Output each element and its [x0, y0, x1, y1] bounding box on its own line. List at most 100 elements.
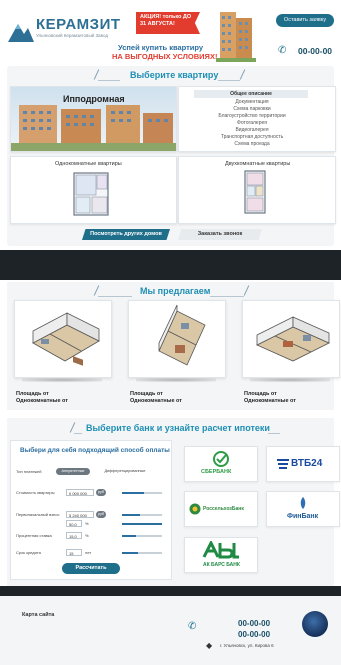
price-label: Стоимость квартиры	[16, 490, 55, 495]
promo-headline: Успей купить квартиру	[118, 43, 204, 52]
logo-subtitle: Ульяновский Керамзитовый Завод	[36, 33, 109, 38]
payment-type-annuity[interactable]: Аннуитетные	[56, 468, 90, 475]
price-unit[interactable]: руб	[96, 489, 106, 496]
down-payment-input[interactable]: 5 240 000	[66, 511, 94, 518]
term-label: Срок кредита	[16, 550, 41, 555]
desc-link-landscaping[interactable]: Благоустройство территории	[190, 113, 314, 119]
description-heading[interactable]: Общее описание	[194, 90, 308, 98]
complex-title: Ипподромная	[63, 94, 125, 104]
down-payment-percent-slider[interactable]	[122, 523, 162, 525]
header-phone[interactable]: 00-00-00	[298, 46, 332, 56]
bank-name: ФинБанк	[287, 513, 319, 520]
bank-name: ВТБ24	[291, 458, 323, 469]
akbars-logo-icon	[202, 541, 239, 559]
logo-icon[interactable]	[8, 20, 34, 42]
bank-sberbank[interactable]: СБЕРБАНК	[184, 446, 258, 482]
building-image	[216, 12, 256, 62]
dark-divider-1	[0, 250, 341, 280]
term-input[interactable]: 15	[66, 549, 82, 556]
callback-button[interactable]: Оставить заявку	[276, 14, 334, 27]
two-room-title: Двухкомнатные квартиры	[225, 161, 291, 167]
bank-rosselkhozbank[interactable]: РоссельхозБанк	[184, 491, 258, 527]
apartment-3d-plan	[256, 316, 330, 362]
down-payment-unit[interactable]: руб	[96, 511, 106, 518]
title-underline-left	[98, 80, 120, 81]
rate-input[interactable]: 15,0	[66, 532, 82, 539]
bank-name: РоссельхозБанк	[203, 506, 244, 512]
desc-link-videos[interactable]: Видеогалерея	[190, 127, 314, 133]
apartment-3d-plan	[32, 312, 100, 366]
one-room-title: Однокомнатные квартиры	[55, 161, 122, 167]
dark-divider-2	[0, 586, 341, 596]
apartment-3d-plan	[158, 304, 206, 366]
term-slider[interactable]	[122, 552, 162, 554]
calculate-button[interactable]: Рассчитать	[62, 563, 120, 574]
other-houses-button[interactable]: Посмотреть других домов	[82, 229, 170, 240]
logo-text[interactable]: КЕРАМЗИТ	[36, 16, 121, 33]
complex-card-ippodromnaya[interactable]: Ипподромная	[10, 86, 177, 152]
desc-link-photos[interactable]: Фотогалерея	[190, 120, 314, 126]
offer-card[interactable]	[242, 300, 340, 378]
term-unit: лет	[85, 550, 92, 555]
desc-link-transport[interactable]: Транспортная доступность	[190, 134, 314, 140]
rosselkhoz-logo-icon	[189, 503, 201, 515]
phone-icon: ✆	[188, 621, 197, 632]
offer-type-label: Однокомнатные от	[244, 398, 296, 404]
bank-akbars[interactable]: АК БАРС БАНК	[184, 537, 258, 573]
bank-vtb24[interactable]: ВТБ24	[266, 446, 340, 482]
offer-area-label: Площадь от	[244, 391, 277, 397]
choose-title: Выберите квартиру	[130, 70, 219, 80]
price-slider[interactable]	[122, 492, 162, 494]
offer-card[interactable]	[14, 300, 112, 378]
footer-address: г. Ульяновск, ул. Кирова 6	[220, 643, 274, 648]
bank-name: АК БАРС БАНК	[203, 562, 240, 568]
rate-slider[interactable]	[122, 535, 162, 537]
promo-subheadline: НА ВЫГОДНЫХ УСЛОВИЯХ!	[112, 52, 218, 61]
offer-title: Мы предлагаем	[140, 286, 211, 296]
title-underline-right	[218, 80, 240, 81]
desc-link-directions[interactable]: Схема проезда	[190, 141, 314, 147]
bank-name: СБЕРБАНК	[201, 469, 232, 475]
two-room-floorplan	[244, 170, 266, 214]
order-call-button[interactable]: Заказать звонок	[178, 229, 262, 240]
developer-logo-icon[interactable]	[302, 611, 328, 637]
promo-badge: АКЦИЯ! только ДО 31 АВГУСТА!	[136, 12, 200, 34]
sitemap-link[interactable]: Карта сайта	[22, 612, 54, 618]
offer-type-label: Однокомнатные от	[16, 398, 68, 404]
card-shadow	[136, 378, 216, 382]
finbank-logo-icon	[300, 497, 306, 509]
desc-link-documents[interactable]: Документация	[190, 99, 314, 105]
payment-type-differentiated[interactable]: Дифференцированные	[92, 468, 158, 475]
card-shadow	[22, 378, 102, 382]
sberbank-logo-icon	[213, 451, 229, 467]
mortgage-underline-left	[74, 433, 82, 434]
down-payment-slider[interactable]	[122, 514, 162, 516]
price-input[interactable]: 0 000 000	[66, 489, 94, 496]
site-footer	[0, 596, 341, 665]
footer-phone-2[interactable]: 00-00-00	[238, 630, 270, 639]
card-shadow	[250, 378, 330, 382]
rate-unit: %	[85, 533, 89, 538]
vtb-logo-icon	[277, 459, 289, 469]
down-payment-label: Первоначальный взнос	[16, 512, 60, 517]
payment-type-label: Тип платежей	[16, 469, 42, 474]
location-icon: ◆	[206, 641, 213, 650]
mortgage-calculator	[10, 440, 172, 580]
phone-icon: ✆	[278, 45, 287, 56]
one-room-floorplan	[73, 172, 109, 216]
calculator-title: Выбери для себя подходящий способ оплаты	[20, 447, 170, 454]
mortgage-title: Выберите банк и узнайте расчет ипотеки	[86, 423, 270, 433]
offer-card[interactable]	[128, 300, 226, 378]
desc-link-parking[interactable]: Схема парковки	[190, 106, 314, 112]
offer-type-label: Однокомнатные от	[130, 398, 182, 404]
down-payment-percent-unit: %	[85, 521, 89, 526]
offer-area-label: Площадь от	[130, 391, 163, 397]
bank-finbank[interactable]: ФинБанк	[266, 491, 340, 527]
offer-underline-left	[98, 296, 132, 297]
offer-area-label: Площадь от	[16, 391, 49, 397]
mortgage-underline-right	[268, 433, 280, 434]
rate-label: Процентная ставка	[16, 533, 52, 538]
offer-underline-right	[210, 296, 244, 297]
down-payment-percent-input[interactable]: 50,0	[66, 520, 82, 527]
footer-phone-1[interactable]: 00-00-00	[238, 619, 270, 628]
